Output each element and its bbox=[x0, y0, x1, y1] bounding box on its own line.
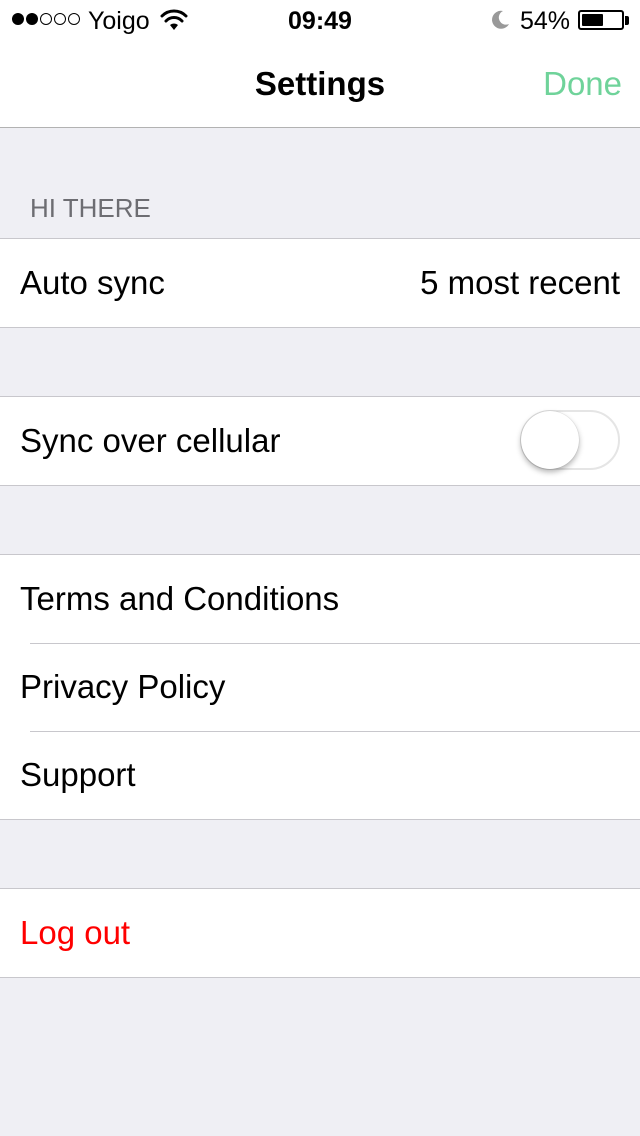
top-bar: Yoigo 09:49 54% Settings Done bbox=[0, 0, 640, 128]
support-label: Support bbox=[20, 756, 136, 793]
support-cell[interactable]: Support bbox=[0, 731, 640, 819]
auto-sync-value: 5 most recent bbox=[420, 264, 620, 301]
logout-label: Log out bbox=[20, 914, 131, 951]
battery-tip bbox=[625, 16, 629, 25]
terms-label: Terms and Conditions bbox=[20, 580, 340, 617]
cellular-group: Sync over cellular bbox=[0, 396, 640, 486]
battery-percent: 54% bbox=[520, 7, 571, 35]
toggle-knob bbox=[521, 411, 579, 469]
battery-fill bbox=[582, 14, 603, 26]
auto-sync-cell[interactable]: Auto sync 5 most recent bbox=[0, 239, 640, 327]
moon-icon bbox=[492, 10, 509, 29]
logout-group: Log out bbox=[0, 888, 640, 978]
privacy-cell[interactable]: Privacy Policy bbox=[0, 643, 640, 731]
privacy-label: Privacy Policy bbox=[20, 668, 226, 705]
info-group: Terms and Conditions Privacy Policy Supp… bbox=[0, 554, 640, 820]
sync-cellular-toggle[interactable] bbox=[520, 410, 620, 470]
sync-cellular-cell: Sync over cellular bbox=[0, 397, 640, 485]
auto-sync-group: Auto sync 5 most recent bbox=[0, 238, 640, 328]
auto-sync-label: Auto sync bbox=[20, 264, 165, 301]
terms-cell[interactable]: Terms and Conditions bbox=[0, 555, 640, 643]
status-bar: Yoigo 09:49 54% bbox=[0, 0, 640, 40]
section-header-hi-there: HI THERE bbox=[30, 193, 151, 223]
sync-cellular-label: Sync over cellular bbox=[20, 422, 281, 459]
battery-icon bbox=[578, 10, 624, 30]
done-button[interactable]: Done bbox=[543, 64, 622, 104]
logout-cell[interactable]: Log out bbox=[0, 889, 640, 977]
